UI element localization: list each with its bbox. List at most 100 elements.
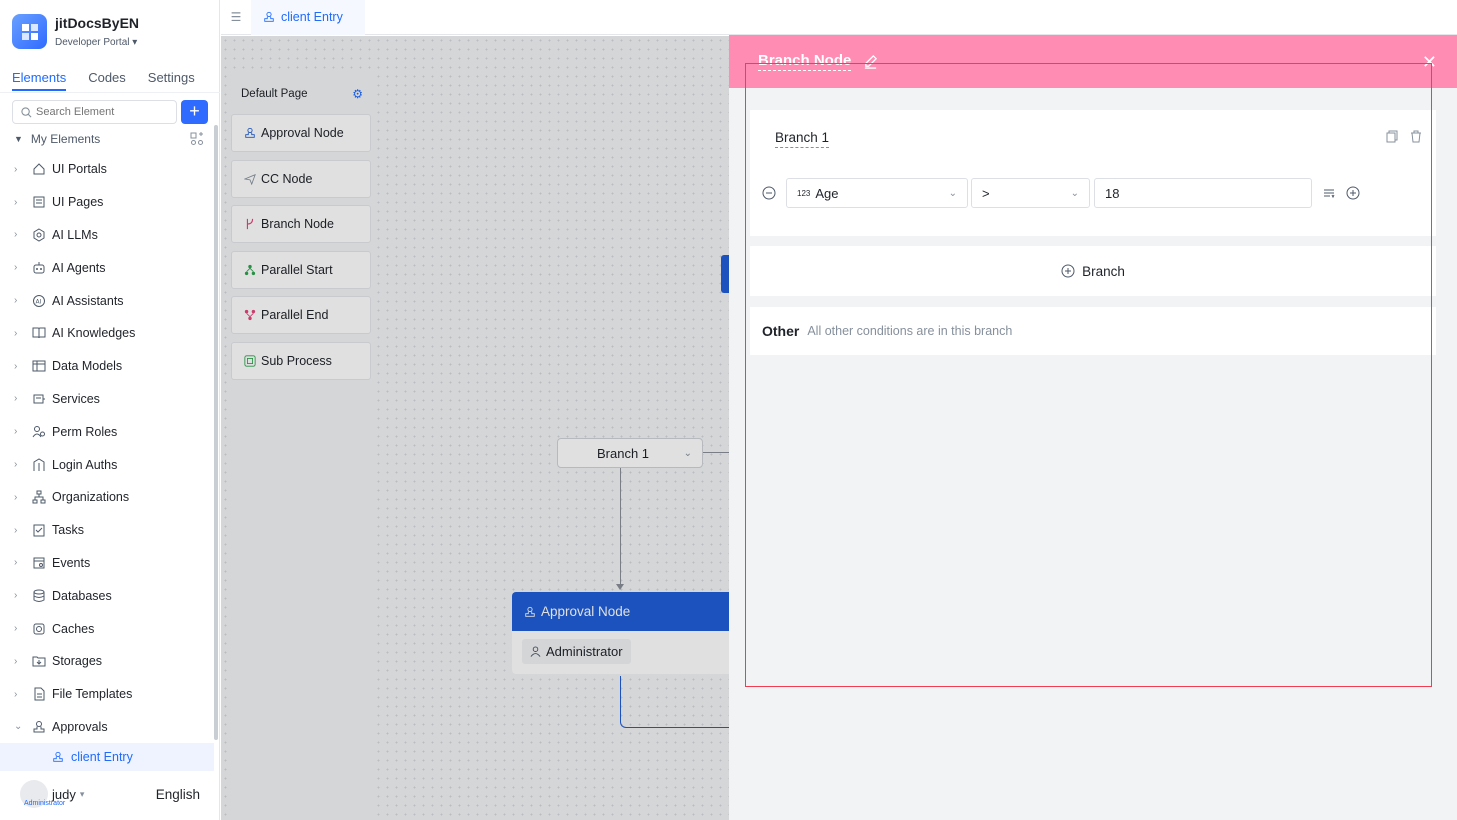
chevron-right-icon: ›	[14, 295, 18, 307]
app-header[interactable]: jitDocsByEN Developer Portal ▾	[12, 14, 139, 49]
tab-codes[interactable]: Codes	[88, 70, 126, 91]
sidebar-item-ai-knowledges[interactable]: › AI Knowledges	[0, 317, 214, 350]
sidebar-item-caches[interactable]: › Caches	[0, 612, 214, 645]
tab-elements[interactable]: Elements	[12, 70, 67, 91]
branch-name[interactable]: Branch 1	[775, 130, 830, 148]
sidebar-item-label: Services	[52, 391, 100, 406]
events-icon	[33, 557, 45, 569]
sidebar-item-storages[interactable]: › Storages	[0, 645, 214, 678]
sidebar-item-label: Tasks	[52, 523, 84, 538]
sidebar-item-ui-pages[interactable]: › UI Pages	[0, 186, 214, 219]
operator-select-value: >	[982, 185, 990, 201]
sidebar-item-login-auths[interactable]: › Login Auths	[0, 448, 214, 481]
sidebar-item-label: AI Knowledges	[52, 326, 136, 341]
chevron-right-icon: ›	[14, 426, 18, 438]
drawer-title[interactable]: Branch Node	[758, 52, 852, 71]
home-icon	[33, 163, 45, 175]
sidebar-item-perm-roles[interactable]: › Perm Roles	[0, 415, 214, 448]
section-label: My Elements	[30, 132, 101, 146]
approval-icon	[33, 720, 45, 733]
sidebar-item-label: Caches	[52, 621, 95, 636]
copy-icon[interactable]	[1386, 130, 1398, 143]
approval-icon	[53, 752, 63, 763]
llm-icon	[33, 228, 45, 242]
sidebar-item-ai-llms[interactable]: › AI LLMs	[0, 219, 214, 252]
sidebar-item-file-templates[interactable]: › File Templates	[0, 678, 214, 711]
portal-switcher[interactable]: Developer Portal ▾	[55, 37, 139, 48]
manage-icon[interactable]	[190, 132, 204, 146]
chevron-right-icon: ›	[14, 590, 18, 602]
condition-value-input[interactable]	[1094, 178, 1312, 208]
avatar[interactable]: Administrator	[20, 780, 65, 808]
sidebar-item-ai-agents[interactable]: › AI Agents	[0, 251, 214, 284]
tab-divider	[0, 92, 220, 93]
sidebar-item-label: Databases	[52, 588, 112, 603]
file-icon	[34, 687, 45, 701]
chevron-right-icon: ›	[14, 262, 18, 274]
search-box[interactable]	[12, 100, 177, 124]
sidebar-item-databases[interactable]: › Databases	[0, 579, 214, 612]
sidebar-item-services[interactable]: › Services	[0, 383, 214, 416]
chevron-down-icon: ⌄	[1070, 187, 1079, 199]
sidebar-item-label: UI Pages	[52, 195, 104, 210]
sidebar-item-ui-portals[interactable]: › UI Portals	[0, 153, 214, 186]
tab-client-entry[interactable]: client Entry	[251, 0, 365, 35]
user-role: Administrator	[24, 800, 66, 807]
sidebar: jitDocsByEN Developer Portal ▾ Elements …	[0, 0, 220, 820]
collapse-sidebar-icon[interactable]: ☰	[221, 10, 251, 24]
remove-condition-icon[interactable]	[762, 186, 776, 200]
branch-condition-card: Branch 1 123 Age ⌄ > ⌄	[750, 110, 1436, 236]
sidebar-item-label: Organizations	[52, 490, 130, 505]
language-switcher[interactable]: English	[156, 787, 200, 802]
sidebar-item-organizations[interactable]: › Organizations	[0, 481, 214, 514]
book-icon	[32, 327, 46, 339]
sidebar-item-client-entry[interactable]: client Entry	[0, 743, 214, 772]
chevron-down-icon[interactable]: ▾	[80, 789, 85, 800]
sidebar-item-tasks[interactable]: › Tasks	[0, 514, 214, 547]
add-branch-button[interactable]: Branch	[750, 246, 1436, 296]
svg-text:AI: AI	[36, 298, 42, 305]
chevron-right-icon: ›	[14, 623, 18, 635]
sidebar-item-data-models[interactable]: › Data Models	[0, 350, 214, 383]
my-elements-section[interactable]: ▼ My Elements	[14, 132, 204, 146]
modal-mask[interactable]	[221, 36, 729, 820]
sidebar-item-label: File Templates	[52, 687, 133, 702]
chevron-down-icon: ▾	[132, 37, 138, 48]
sidebar-item-events[interactable]: › Events	[0, 547, 214, 580]
page-icon	[33, 196, 45, 208]
table-icon	[32, 360, 46, 372]
add-element-button[interactable]: +	[181, 100, 208, 124]
field-select[interactable]: 123 Age ⌄	[786, 178, 968, 208]
robot-icon	[33, 261, 45, 274]
condition-row: 123 Age ⌄ > ⌄	[762, 178, 1360, 208]
chevron-down-icon: ⌄	[14, 721, 23, 733]
sidebar-item-label: client Entry	[71, 750, 133, 765]
sidebar-scrollbar[interactable]	[214, 125, 218, 740]
sidebar-item-label: Approvals	[52, 719, 108, 734]
drawer-header: Branch Node ✕	[729, 35, 1457, 88]
plus-circle-icon	[1061, 264, 1075, 278]
assistant-icon: AI	[33, 294, 45, 307]
sidebar-item-ai-assistants[interactable]: › AI AI Assistants	[0, 284, 214, 317]
field-select-value: Age	[815, 185, 839, 201]
sidebar-item-approvals[interactable]: ⌄ Approvals	[0, 711, 214, 744]
close-icon[interactable]: ✕	[1422, 53, 1437, 71]
roles-icon	[32, 425, 45, 438]
portal-label: Developer Portal	[55, 37, 130, 48]
sidebar-item-label: Events	[52, 555, 91, 570]
caret-down-icon: ▼	[14, 134, 23, 144]
app-name: jitDocsByEN	[55, 15, 140, 31]
edit-icon[interactable]	[863, 54, 878, 69]
operator-select[interactable]: > ⌄	[971, 178, 1090, 208]
search-input[interactable]	[36, 106, 166, 118]
add-branch-label: Branch	[1082, 263, 1125, 279]
trash-icon[interactable]	[1410, 130, 1422, 143]
sidebar-item-label: AI Assistants	[52, 293, 124, 308]
add-condition-icon[interactable]	[1346, 186, 1360, 200]
tab-settings[interactable]: Settings	[148, 70, 195, 91]
chevron-right-icon: ›	[14, 491, 18, 503]
filter-options-icon[interactable]	[1322, 186, 1336, 200]
sidebar-item-label: AI LLMs	[52, 227, 98, 242]
chevron-right-icon: ›	[14, 655, 18, 667]
number-type-icon: 123	[797, 188, 811, 198]
